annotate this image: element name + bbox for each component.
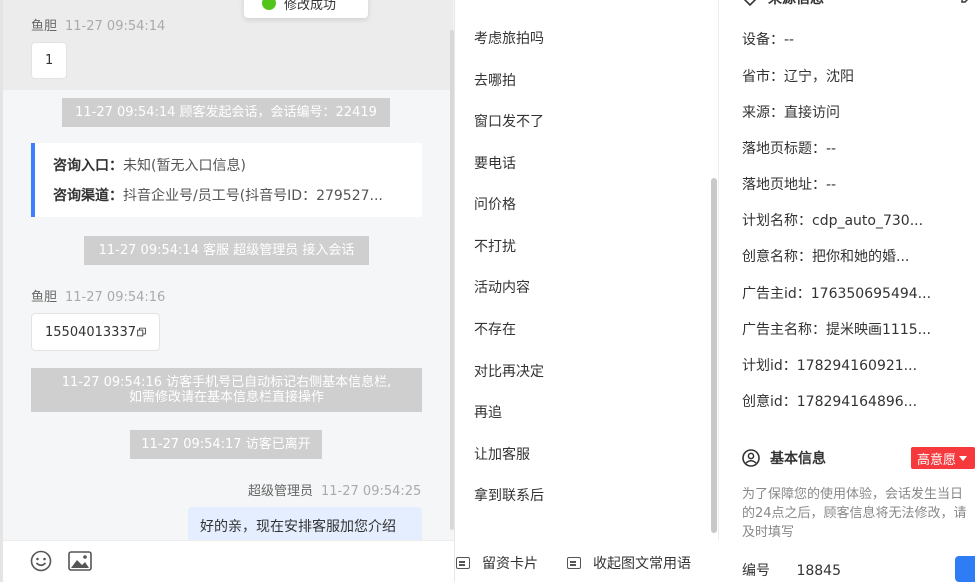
quick-reply-item[interactable]: 让加客服 <box>474 444 530 464</box>
message-text: 15504013337 <box>45 324 136 340</box>
floating-action-button[interactable] <box>955 556 975 582</box>
system-message: 11-27 09:54:16 访客手机号已自动标记右侧基本信息栏, 如需修改请在… <box>31 368 422 412</box>
emoji-icon[interactable] <box>30 550 52 572</box>
quick-reply-item[interactable]: 不存在 <box>474 319 516 339</box>
quick-reply-item[interactable]: 问价格 <box>474 194 516 214</box>
system-message: 11-27 09:54:17 访客已离开 <box>130 430 322 459</box>
chat-toolbar <box>3 540 454 582</box>
consult-entry-label: 咨询入口： <box>53 158 123 174</box>
message-meta: 超级管理员 11-27 09:54:25 <box>248 480 421 499</box>
quick-reply-item[interactable]: 窗口发不了 <box>474 111 544 131</box>
message-meta: 鱼胆 11-27 09:54:16 <box>31 286 165 305</box>
consult-entry-row: 咨询入口：未知(暂无入口信息) <box>53 155 422 185</box>
info-field-source: 来源：直接访问 <box>742 105 840 121</box>
quick-reply-item[interactable]: 要电话 <box>474 153 516 173</box>
source-info-header: 来源信息 <box>742 0 824 8</box>
source-info-title: 来源信息 <box>768 0 824 8</box>
quick-reply-toolbar: 留资卡片 收起图文常用语 <box>456 540 719 582</box>
visitor-message-bubble[interactable]: 1 <box>31 42 67 79</box>
quick-reply-item[interactable]: 不打扰 <box>474 236 516 256</box>
message-text: 好的亲，现在安排客服加您介绍 <box>200 519 396 535</box>
customer-id-value: 18845 <box>796 563 841 579</box>
diamond-icon <box>743 0 757 6</box>
quick-reply-item[interactable]: 对比再决定 <box>474 361 544 381</box>
sender-name: 鱼胆 <box>31 19 58 34</box>
lead-card-label: 留资卡片 <box>482 556 538 572</box>
info-field-advertiser-id: 广告主id：176350695494... <box>742 286 932 302</box>
sender-name: 鱼胆 <box>31 290 58 305</box>
info-field-creative-id: 创意id：178294164896... <box>742 394 918 410</box>
consult-channel-row: 咨询渠道：抖音企业号/员工号(抖音号ID：279527... <box>53 185 422 215</box>
info-field-advertiser-name: 广告主名称：提米映画1115... <box>742 322 931 338</box>
message-time: 11-27 09:54:16 <box>65 290 166 305</box>
quick-reply-item[interactable]: 去哪拍 <box>474 70 516 90</box>
system-message: 11-27 09:54:14 客服 超级管理员 接入会话 <box>84 236 369 265</box>
message-meta: 鱼胆 11-27 09:54:14 <box>31 15 165 34</box>
document-icon <box>567 557 581 569</box>
visitor-message-bubble[interactable]: 15504013337 <box>31 313 160 351</box>
customer-info-panel: 来源信息 设备：-- 省市：辽宁，沈阳 来源：直接访问 落地页标题：-- 落地页… <box>720 0 975 582</box>
edit-deadline-notice: 为了保障您的使用体验，会话发生当日的24点之后，顾客信息将无法修改，请及时填写 <box>742 487 967 540</box>
intent-level-dropdown[interactable]: 高意愿 <box>911 447 975 469</box>
quick-reply-item[interactable]: 拿到联系后 <box>474 485 544 505</box>
info-field-creative-name: 创意名称：把你和她的婚... <box>742 249 910 265</box>
quick-reply-item[interactable]: 活动内容 <box>474 277 530 297</box>
card-icon <box>456 557 470 569</box>
system-message: 11-27 09:54:14 顾客发起会话，会话编号：22419 <box>62 98 390 127</box>
consult-channel-value: 抖音企业号/员工号(抖音号ID：279527... <box>123 188 383 204</box>
collapse-phrases-label: 收起图文常用语 <box>593 556 691 572</box>
message-time: 11-27 09:54:14 <box>65 19 166 34</box>
lead-card-button[interactable]: 留资卡片 <box>456 553 538 573</box>
quick-reply-item[interactable]: 再追 <box>474 402 502 422</box>
highlighted-message-area <box>3 0 453 90</box>
edit-icon[interactable] <box>960 0 974 4</box>
system-message-line: 如需修改请在基本信息栏直接操作 <box>128 390 324 405</box>
system-message-line: 11-27 09:54:16 访客手机号已自动标记右侧基本信息栏, <box>61 375 392 390</box>
consult-info-card: 咨询入口：未知(暂无入口信息) 咨询渠道：抖音企业号/员工号(抖音号ID：279… <box>31 143 422 217</box>
consult-entry-value: 未知(暂无入口信息) <box>123 158 246 174</box>
quick-reply-scrollbar[interactable] <box>711 178 717 533</box>
chat-scrollbar[interactable] <box>450 30 454 530</box>
info-field-landing-title: 落地页标题：-- <box>742 141 837 157</box>
customer-id-label: 编号 <box>742 563 770 579</box>
info-field-plan-name: 计划名称：cdp_auto_730... <box>742 213 924 229</box>
quick-reply-panel: 考虑旅拍吗 去哪拍 窗口发不了 要电话 问价格 不打扰 活动内容 不存在 对比再… <box>456 0 719 582</box>
collapse-phrases-button[interactable]: 收起图文常用语 <box>567 553 691 573</box>
info-field-province-city: 省市：辽宁，沈阳 <box>742 69 854 85</box>
basic-info-title: 基本信息 <box>770 451 826 467</box>
sender-name: 超级管理员 <box>248 484 314 499</box>
copy-icon[interactable] <box>137 325 146 339</box>
chat-panel: 修改成功 鱼胆 11-27 09:54:14 1 11-27 09:54:14 顾… <box>0 0 455 582</box>
info-field-landing-url: 落地页地址：-- <box>742 177 837 193</box>
toast-text: 修改成功 <box>284 0 337 13</box>
customer-id-row: 编号 18845 <box>742 560 841 580</box>
intent-level-value: 高意愿 <box>917 452 957 468</box>
image-icon[interactable] <box>68 551 92 571</box>
success-toast: 修改成功 <box>244 0 368 18</box>
quick-reply-item[interactable]: 考虑旅拍吗 <box>474 28 544 48</box>
basic-info-header: 基本信息 <box>742 448 826 468</box>
info-field-device: 设备：-- <box>742 32 795 48</box>
message-time: 11-27 09:54:25 <box>321 484 422 499</box>
consult-channel-label: 咨询渠道： <box>53 188 123 204</box>
caret-down-icon <box>959 455 968 461</box>
check-circle-icon <box>262 0 276 10</box>
message-text: 1 <box>45 53 54 68</box>
user-circle-icon <box>742 449 760 467</box>
info-field-plan-id: 计划id：178294160921... <box>742 358 918 374</box>
